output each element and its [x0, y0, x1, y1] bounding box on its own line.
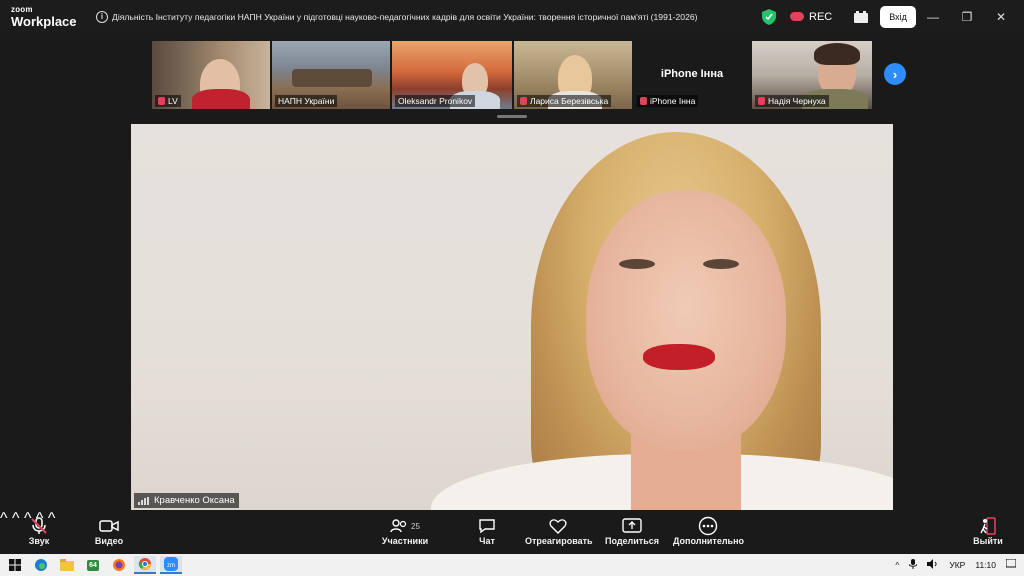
camera-icon	[99, 520, 119, 532]
video-button[interactable]: Видео	[93, 516, 125, 546]
chrome-icon[interactable]	[134, 556, 156, 574]
speaker-eye-left	[619, 259, 655, 269]
minimize-button[interactable]: —	[916, 10, 950, 24]
title-bar: zoom Workplace i Діяльність Інституту пе…	[0, 0, 1024, 33]
more-label: Дополнительно	[673, 536, 745, 546]
participant-tile[interactable]: Лариса Березівська	[514, 41, 632, 109]
participant-name: Лариса Березівська	[530, 96, 609, 106]
window-controls: — ❐ ✕	[916, 10, 1018, 24]
more-icon	[698, 516, 718, 536]
participant-tile[interactable]: НАПН України	[272, 41, 390, 109]
video-label: Видео	[94, 536, 124, 546]
app-64-label: 64	[87, 559, 99, 571]
zoom-window: zoom Workplace i Діяльність Інституту пе…	[0, 0, 1024, 576]
mic-muted-icon	[31, 517, 47, 534]
share-label: Поделиться	[604, 536, 659, 546]
participant-name: iPhone Інна	[650, 96, 696, 106]
rec-label: REC	[809, 10, 833, 23]
participants-button[interactable]: 25 Участники	[380, 516, 430, 546]
participants-count: 25	[411, 521, 420, 531]
mic-muted-icon	[758, 97, 765, 105]
speaker-eye-right	[703, 259, 739, 269]
heart-icon	[549, 519, 567, 534]
participant-tile[interactable]: Oleksandr Pronikov	[392, 41, 512, 109]
speaker-lips	[643, 344, 715, 370]
svg-text:zm: zm	[167, 563, 175, 569]
microphone-tray-icon[interactable]	[908, 559, 918, 571]
app-64-icon[interactable]: 64	[82, 556, 104, 574]
next-page-button[interactable]: ›	[884, 63, 906, 85]
more-button[interactable]: Дополнительно	[673, 516, 745, 546]
logo-line-1: zoom	[11, 4, 33, 14]
file-explorer-icon[interactable]	[56, 556, 78, 574]
firefox-icon[interactable]	[108, 556, 130, 574]
participant-name: Oleksandr Pronikov	[398, 96, 473, 106]
react-label: Отреагировать	[525, 536, 593, 546]
audio-button[interactable]: Звук	[24, 516, 54, 546]
strip-resize-handle[interactable]	[497, 115, 527, 118]
participants-label: Участники	[381, 536, 429, 546]
info-icon[interactable]: i	[96, 10, 108, 23]
participant-tile-video-off[interactable]: iPhone Інна iPhone Інна	[634, 41, 750, 109]
participants-icon	[390, 519, 407, 533]
participant-name: Надія Чернуха	[768, 96, 826, 106]
rec-indicator[interactable]: REC	[790, 11, 832, 23]
meeting-toolbar: Звук ^ Видео ^ 25 Участники ^ Чат ^ Отре…	[0, 510, 1024, 554]
restore-button[interactable]: ❐	[950, 10, 984, 24]
participant-name-tag: НАПН України	[275, 95, 338, 107]
speaker-name: Кравченко Оксана	[154, 495, 235, 506]
chat-label: Чат	[479, 536, 495, 546]
participant-name-tag: Oleksandr Pronikov	[395, 95, 476, 107]
participant-strip: LV НАПН України Oleksandr Pronikov Ларис…	[152, 41, 912, 109]
leave-label: Выйти	[973, 536, 1003, 546]
audio-options-caret[interactable]: ^	[0, 510, 8, 527]
video-options-caret[interactable]: ^	[12, 510, 20, 527]
chevron-up-icon[interactable]: ^	[895, 560, 899, 570]
login-button[interactable]: Вхід	[880, 5, 916, 28]
participant-tile[interactable]: LV	[152, 41, 270, 109]
clock[interactable]: 11:10	[975, 560, 996, 570]
participant-tile[interactable]: Надія Чернуха	[752, 41, 872, 109]
participant-name: НАПН України	[278, 96, 335, 106]
windows-start-icon[interactable]	[4, 556, 26, 574]
chat-button[interactable]: Чат	[474, 516, 500, 546]
audio-label: Звук	[28, 536, 50, 546]
shield-icon[interactable]	[762, 8, 776, 25]
speaker-name-tag: Кравченко Оксана	[134, 493, 239, 508]
participant-name-tag: LV	[155, 95, 181, 107]
notifications-icon[interactable]	[1005, 558, 1017, 571]
leave-icon	[980, 517, 996, 535]
share-button[interactable]: Поделиться	[604, 516, 660, 546]
speaker-face	[586, 190, 786, 450]
cloud-record-icon	[790, 12, 804, 21]
mic-muted-icon	[520, 97, 527, 105]
volume-icon[interactable]	[927, 559, 939, 571]
react-button[interactable]: Отреагировать	[525, 516, 593, 546]
participant-center-label: iPhone Інна	[660, 68, 724, 80]
system-tray: ^ УКР 11:10	[885, 558, 1017, 571]
meeting-title: Діяльність Інституту педагогіки НАПН Укр…	[112, 11, 698, 22]
mic-muted-icon	[158, 97, 165, 105]
apps-icon[interactable]	[854, 10, 869, 23]
leave-button[interactable]: Выйти	[973, 516, 1003, 546]
edge-icon[interactable]	[30, 556, 52, 574]
signal-strength-icon	[138, 496, 150, 505]
share-screen-icon	[622, 518, 642, 533]
participant-name-tag: iPhone Інна	[637, 95, 699, 107]
chat-icon	[479, 519, 495, 534]
participant-name: LV	[168, 96, 178, 106]
language-indicator[interactable]: УКР	[949, 560, 965, 570]
logo-line-2: Workplace	[11, 13, 77, 29]
participant-name-tag: Лариса Березівська	[517, 95, 612, 107]
chevron-right-icon: ›	[892, 66, 898, 82]
active-speaker-video[interactable]: Кравченко Оксана	[131, 124, 893, 510]
close-button[interactable]: ✕	[984, 10, 1018, 24]
participant-name-tag: Надія Чернуха	[755, 95, 829, 107]
zoom-logo: zoom Workplace	[0, 4, 88, 29]
zoom-taskbar-icon[interactable]: zm	[160, 556, 182, 574]
mic-muted-icon	[640, 97, 647, 105]
windows-taskbar: 64 zm ^ УКР 11:10	[0, 554, 1024, 576]
